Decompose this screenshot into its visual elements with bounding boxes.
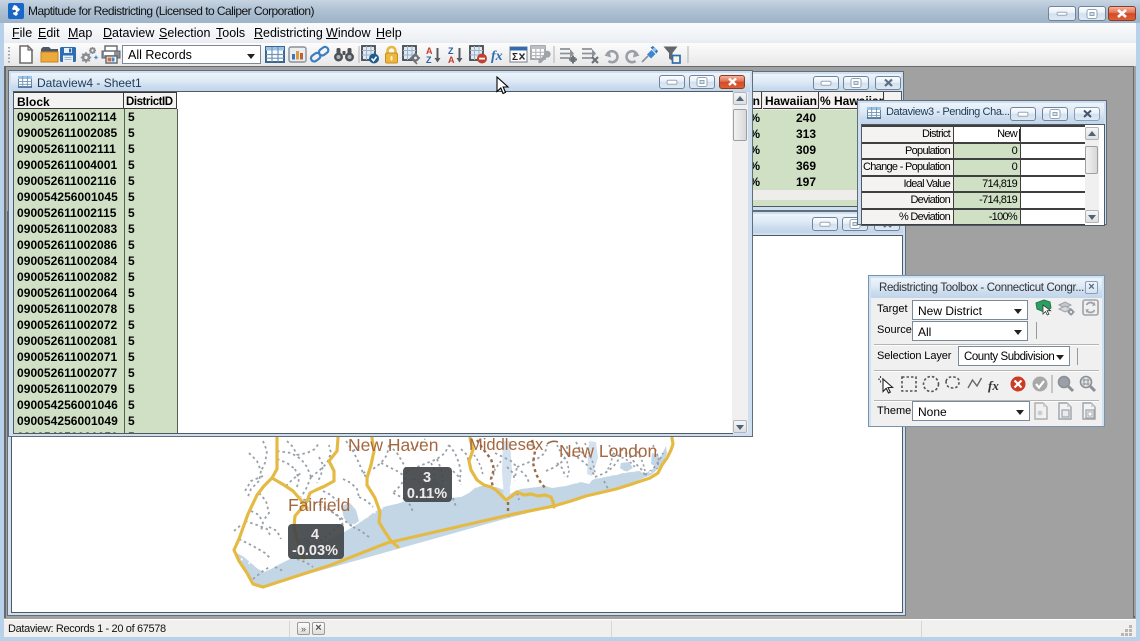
svg-text:Z: Z [426,55,432,65]
svg-text:Σ: Σ [512,52,518,63]
svg-text:4: 4 [311,527,319,543]
svg-text:New London: New London [559,441,657,461]
svg-text:Fairfield: Fairfield [288,495,350,515]
svg-text:New Haven: New Haven [348,435,438,455]
svg-text:-0.03%: -0.03% [292,543,338,559]
svg-text:0.11%: 0.11% [407,486,447,502]
svg-text:fx: fx [491,49,503,64]
svg-text:fx: fx [988,378,999,393]
svg-text:A: A [448,55,455,65]
svg-text:3: 3 [423,470,431,486]
svg-text:Middlesex: Middlesex [469,436,544,454]
